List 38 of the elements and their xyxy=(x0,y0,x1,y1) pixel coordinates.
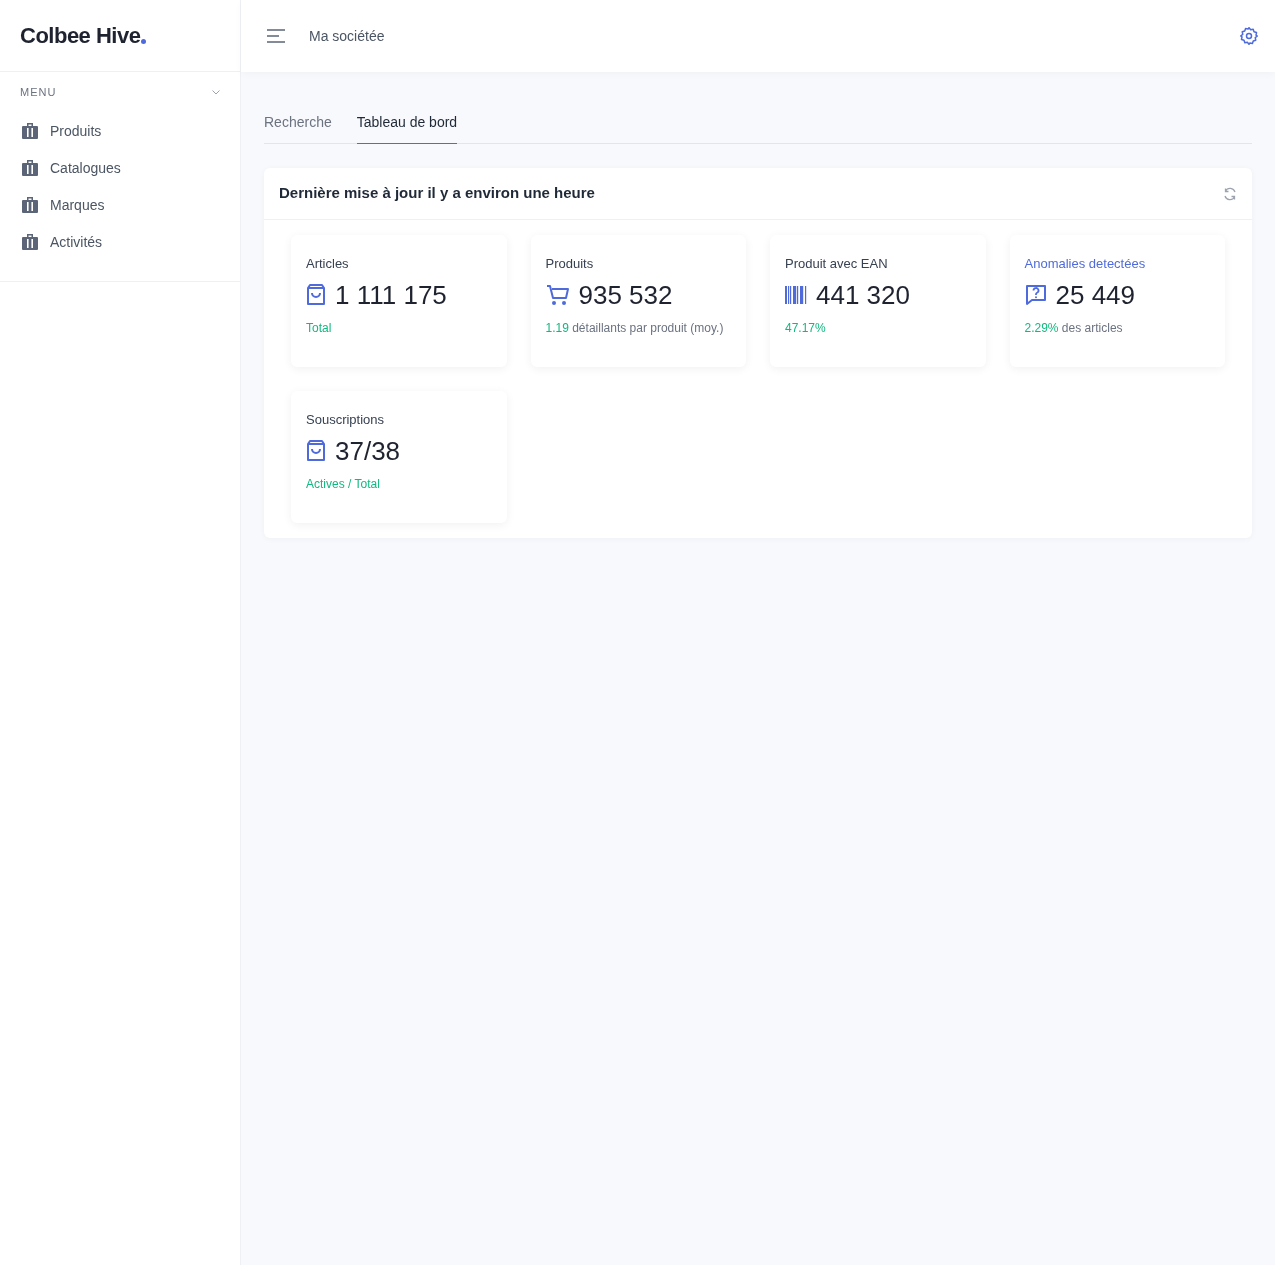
stat-note: 47.17% xyxy=(785,319,827,337)
cart-icon xyxy=(545,283,570,306)
menu-icon[interactable] xyxy=(267,29,285,43)
panel-title: Dernière mise à jour il y a environ une heure xyxy=(279,183,595,204)
logo[interactable]: Colbee Hive xyxy=(20,19,141,52)
stat-title: Produits xyxy=(545,255,595,273)
stat-title: Articles xyxy=(306,255,350,273)
stat-note: 1.19 détaillants par produit (moy.) xyxy=(545,319,725,337)
tab[interactable]: Tableau de bord xyxy=(356,112,458,144)
refresh-icon[interactable] xyxy=(1223,186,1237,201)
stat-value: 25 449 xyxy=(1055,278,1136,312)
suitcase-icon xyxy=(22,122,38,140)
stat-note: Actives / Total xyxy=(306,475,381,493)
stat-note: 2.29% des articles xyxy=(1024,319,1124,337)
chevron-icon[interactable] xyxy=(212,89,220,95)
stat-title: Produit avec EAN xyxy=(785,255,889,273)
tab[interactable]: Recherche xyxy=(264,112,332,144)
sidebar-item[interactable]: Produits xyxy=(0,112,240,150)
company-name: Ma sociétée xyxy=(309,26,385,46)
stat-value: 441 320 xyxy=(816,278,910,312)
sidebar-item[interactable]: Catalogues xyxy=(0,149,240,187)
stat-title[interactable]: Anomalies detectées xyxy=(1024,254,1210,274)
stat-title: Souscriptions xyxy=(306,411,386,429)
suitcase-icon xyxy=(22,159,38,177)
stat-value: 935 532 xyxy=(578,278,673,312)
question-bubble-icon xyxy=(1024,283,1047,306)
suitcase-icon xyxy=(22,196,38,214)
barcode-icon xyxy=(785,285,807,304)
sidebar-item[interactable]: Marques xyxy=(0,186,240,224)
sidebar-item[interactable]: Activités xyxy=(0,223,240,261)
stat-value: 37/38 xyxy=(335,434,401,468)
stat-note: Total xyxy=(306,319,333,337)
menu-section-label: MENU xyxy=(20,85,57,100)
shopping-bag-icon xyxy=(306,283,326,306)
settings-icon[interactable] xyxy=(1239,26,1259,46)
suitcase-icon xyxy=(22,233,38,251)
stat-value: 1 111 175 xyxy=(335,278,447,312)
shopping-bag-icon xyxy=(306,439,326,462)
